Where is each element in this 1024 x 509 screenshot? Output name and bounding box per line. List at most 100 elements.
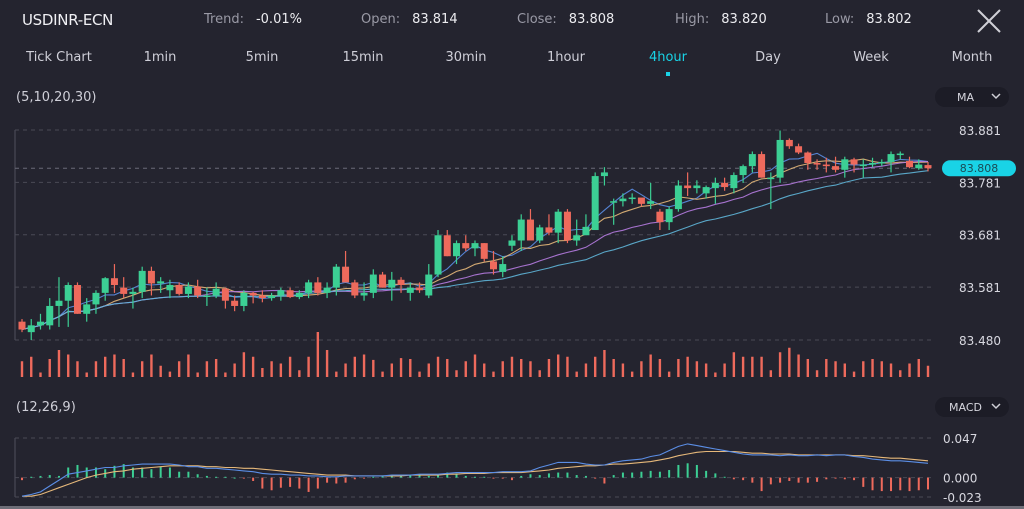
chart-canvas[interactable]: 83.881 83.781 83.681 83.581 83.480 83.808 0.04… bbox=[0, 0, 1024, 509]
candle bbox=[406, 282, 414, 301]
candle bbox=[795, 143, 803, 155]
candle-body bbox=[795, 146, 803, 153]
candle-body bbox=[231, 300, 239, 306]
macd-histogram-bar bbox=[612, 475, 615, 478]
volume-bar bbox=[593, 356, 597, 377]
candle bbox=[887, 151, 895, 173]
candle bbox=[129, 287, 137, 309]
macd-histogram-bar bbox=[363, 477, 366, 479]
candle-body bbox=[499, 264, 507, 272]
candle bbox=[369, 269, 377, 299]
volume-bar bbox=[741, 356, 745, 377]
candle bbox=[711, 177, 719, 204]
macd-histogram-bar bbox=[483, 476, 486, 478]
macd-histogram-bar bbox=[640, 471, 643, 478]
candle-body bbox=[18, 321, 26, 330]
candle bbox=[665, 206, 673, 231]
macd-histogram-bar bbox=[474, 476, 476, 478]
candle bbox=[434, 230, 442, 278]
macd-histogram-bar bbox=[862, 477, 865, 487]
volume-bar bbox=[150, 354, 153, 377]
macd-tick-label: -0.023 bbox=[943, 491, 982, 505]
candle bbox=[480, 243, 488, 262]
candle-body bbox=[221, 288, 229, 301]
volume-bar bbox=[67, 354, 70, 377]
volume-bar bbox=[917, 359, 920, 377]
volume-bar bbox=[242, 352, 246, 377]
candle-body bbox=[600, 172, 608, 177]
candle bbox=[397, 277, 405, 293]
candle bbox=[619, 193, 627, 207]
candle bbox=[231, 295, 239, 312]
volume-bar bbox=[677, 359, 680, 377]
volume-bar bbox=[85, 372, 88, 377]
candle-body bbox=[240, 292, 248, 306]
candle bbox=[147, 266, 155, 296]
macd-histogram-bar bbox=[215, 476, 218, 478]
volume-bar bbox=[510, 356, 514, 377]
candle bbox=[221, 287, 229, 309]
candle-body bbox=[563, 211, 571, 241]
volume-bar bbox=[94, 361, 98, 377]
volume-bar bbox=[251, 356, 255, 377]
candle-body bbox=[610, 201, 618, 203]
candle-body bbox=[83, 304, 91, 314]
macd-histogram-bar bbox=[270, 477, 273, 491]
macd-histogram-bar bbox=[289, 477, 292, 487]
volume-bar bbox=[751, 356, 754, 377]
macd-histogram-bar bbox=[880, 477, 883, 492]
candle bbox=[55, 277, 63, 327]
volume-bar bbox=[566, 356, 569, 377]
candle bbox=[194, 279, 202, 299]
candle-body bbox=[785, 139, 793, 147]
candle-body bbox=[767, 177, 775, 180]
candle-body bbox=[258, 295, 266, 299]
volume-bar bbox=[325, 350, 329, 377]
macd-histogram-bar bbox=[603, 477, 606, 484]
macd-histogram-bar bbox=[594, 477, 597, 479]
volume-bar bbox=[113, 354, 116, 377]
candle-body bbox=[175, 285, 183, 294]
volume-bar bbox=[279, 363, 283, 377]
candle-body bbox=[619, 198, 627, 202]
candle bbox=[240, 290, 248, 312]
candle bbox=[674, 180, 682, 212]
macd-histogram-bar bbox=[298, 477, 301, 489]
candle-body bbox=[628, 197, 636, 200]
candle-body bbox=[906, 160, 914, 168]
macd-histogram-bar bbox=[908, 477, 911, 492]
candle-body bbox=[869, 162, 877, 165]
candle-body bbox=[915, 164, 923, 169]
macd-histogram-bar bbox=[242, 477, 245, 479]
candle-body bbox=[277, 290, 285, 296]
macd-dif-line bbox=[21, 443, 929, 497]
macd-histogram-bar bbox=[30, 476, 33, 478]
macd-histogram-bar bbox=[575, 475, 578, 478]
macd-histogram-bar bbox=[252, 477, 255, 481]
candle-body bbox=[573, 235, 581, 241]
candle-body bbox=[832, 166, 840, 170]
macd-histogram-bar bbox=[141, 467, 144, 478]
candle-body bbox=[684, 185, 692, 189]
candle-body bbox=[434, 235, 442, 275]
macd-histogram-bar bbox=[196, 474, 199, 478]
macd-histogram-bar bbox=[85, 467, 88, 478]
macd-histogram-bar bbox=[649, 470, 652, 478]
candle-body bbox=[471, 243, 479, 249]
candle-body bbox=[157, 281, 165, 284]
candle bbox=[64, 282, 72, 327]
candle-body bbox=[711, 182, 719, 189]
price-tick-label: 83.681 bbox=[959, 229, 1001, 243]
candle-body bbox=[508, 240, 516, 246]
macd-histogram-bar bbox=[492, 477, 495, 479]
volume-bar bbox=[261, 368, 264, 377]
volume-bar bbox=[695, 361, 699, 377]
candle-body bbox=[674, 185, 682, 210]
macd-histogram-bar bbox=[76, 464, 79, 478]
candle-body bbox=[36, 321, 44, 326]
volume-bar bbox=[436, 356, 440, 377]
volume-bar bbox=[630, 371, 634, 377]
candle-body bbox=[295, 292, 303, 298]
candle bbox=[896, 151, 904, 160]
candle bbox=[73, 282, 81, 314]
